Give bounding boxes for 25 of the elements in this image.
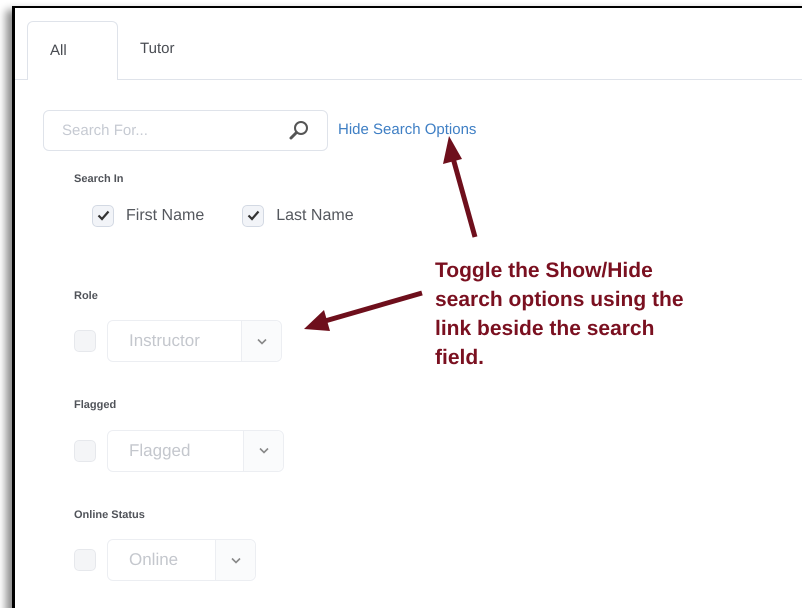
- filter-label: Flagged: [74, 398, 116, 413]
- search-icon[interactable]: [288, 119, 310, 141]
- checkbox-label[interactable]: First Name: [126, 204, 204, 228]
- chevron-down-icon: [256, 338, 266, 344]
- dropdown-value: Instructor: [128, 330, 201, 352]
- checkmark-icon: [246, 210, 260, 221]
- filter-label: Online Status: [74, 508, 145, 522]
- checkbox[interactable]: [74, 330, 96, 352]
- chevron-down-icon: [230, 556, 240, 564]
- section-label: Search In: [74, 172, 124, 187]
- dropdown-value: Flagged: [128, 440, 192, 462]
- chevron-down-icon: [258, 447, 268, 454]
- checkbox[interactable]: [74, 440, 96, 462]
- checkbox[interactable]: [74, 549, 96, 571]
- annotation-text: Toggle the Show/Hide search options using the link beside the search field.: [435, 258, 685, 371]
- tab[interactable]: Tutor: [118, 20, 228, 79]
- checkbox[interactable]: [242, 204, 264, 226]
- search-field[interactable]: Search For...: [43, 110, 328, 151]
- tab[interactable]: All: [27, 21, 118, 80]
- checkbox[interactable]: [92, 204, 114, 226]
- dropdown-value: Online: [128, 549, 180, 572]
- checkmark-icon: [96, 210, 110, 221]
- hide-search-options-link[interactable]: Hide Search Options: [338, 119, 476, 142]
- filter-label: Role: [74, 288, 98, 304]
- checkbox-label[interactable]: Last Name: [276, 204, 354, 228]
